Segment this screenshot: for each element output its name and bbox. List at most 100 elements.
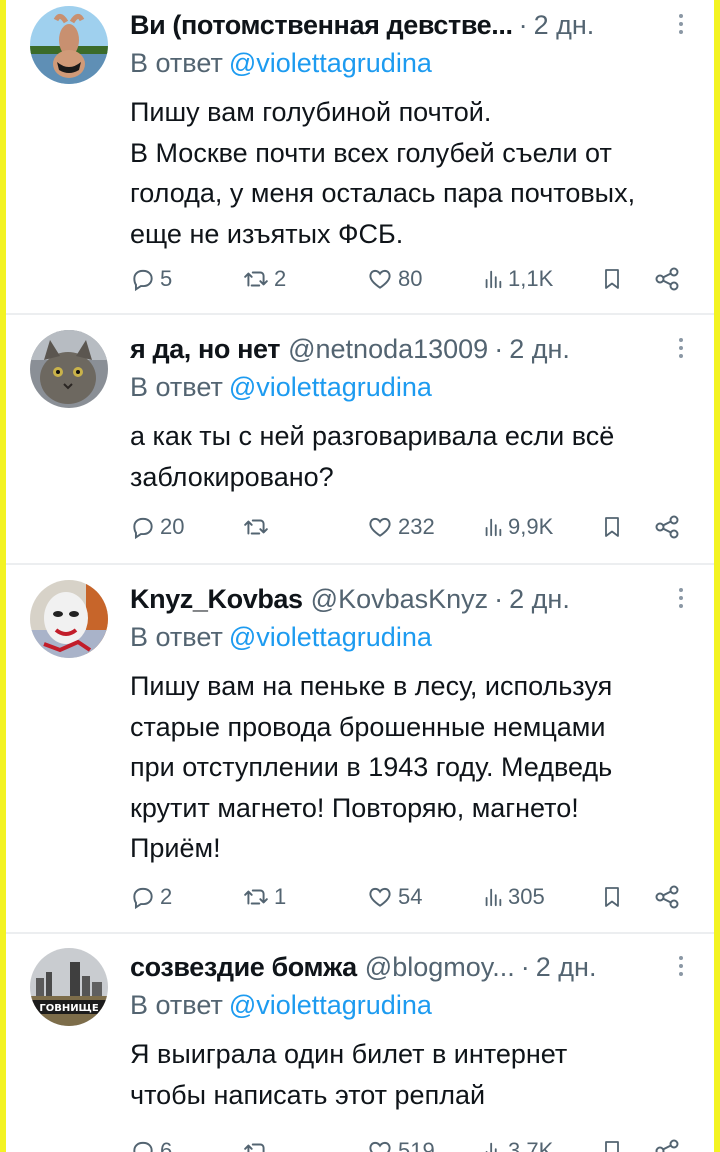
views-chart-icon — [485, 888, 502, 907]
timestamp[interactable]: 2 дн. — [534, 10, 595, 41]
retweet-button[interactable]: 1 — [242, 880, 286, 914]
tweet[interactable]: Ви (потомственная девстве... · 2 дн. В о… — [6, 6, 714, 312]
retweet-button[interactable] — [242, 1134, 274, 1152]
separator-dot: · — [520, 951, 530, 982]
views-count: 9,9K — [508, 514, 554, 539]
tweet-divider — [6, 313, 714, 315]
user-avatar[interactable] — [30, 6, 108, 84]
retweet-icon — [244, 889, 268, 905]
views-button[interactable]: 305 — [482, 880, 545, 914]
action-bar: 2 1 54 305 — [130, 880, 690, 914]
share-button[interactable] — [652, 880, 686, 914]
reply-mention-link[interactable]: @violettagrudina — [229, 622, 432, 652]
reply-mention-link[interactable]: @violettagrudina — [229, 990, 432, 1020]
display-name[interactable]: Knyz_Kovbas — [130, 584, 303, 615]
tweet-text-line: чтобы написать этот реплай — [130, 1079, 486, 1110]
bookmark-button[interactable] — [600, 880, 628, 914]
share-button[interactable] — [652, 510, 686, 544]
views-count: 305 — [508, 884, 545, 909]
tweet-text: Я выиграла один билет в интернет чтобы н… — [130, 1034, 690, 1115]
retweet-count: 1 — [274, 884, 287, 909]
user-avatar[interactable] — [30, 580, 108, 658]
user-avatar[interactable] — [30, 330, 108, 408]
like-count: 232 — [398, 514, 435, 539]
timestamp[interactable]: 2 дн. — [509, 584, 570, 615]
user-avatar[interactable]: ГОВНИЩЕ — [30, 948, 108, 1026]
more-options-icon[interactable] — [678, 588, 684, 612]
views-button[interactable]: 1,1K — [482, 262, 553, 296]
views-button[interactable]: 3,7K — [482, 1134, 553, 1152]
like-button[interactable]: 54 — [366, 880, 422, 914]
tweet-text-line: В Москве почти всех голубей съели от — [130, 137, 612, 168]
heart-icon — [369, 269, 391, 289]
display-name[interactable]: Ви (потомственная девстве... — [130, 10, 513, 41]
reply-button[interactable]: 5 — [130, 262, 172, 296]
retweet-button[interactable]: 2 — [242, 262, 286, 296]
like-button[interactable]: 232 — [366, 510, 435, 544]
reply-count: 20 — [160, 514, 185, 539]
user-handle[interactable]: @netnoda13009 — [288, 334, 488, 365]
reply-context: В ответ @violettagrudina — [130, 990, 432, 1021]
tweet-text-line: еще не изъятых ФСБ. — [130, 218, 404, 249]
separator-dot: · — [518, 9, 528, 40]
bookmark-button[interactable] — [600, 510, 628, 544]
bookmark-icon — [605, 887, 619, 907]
timestamp[interactable]: 2 дн. — [509, 334, 570, 365]
tweet-text-line: Пишу вам голубиной почтой. — [130, 97, 492, 127]
more-options-icon[interactable] — [678, 338, 684, 362]
user-handle[interactable]: @blogmoy... — [365, 952, 515, 983]
tweet-text-line: крутит магнето! Повторяю, магнето! — [130, 792, 579, 823]
avatar-caption: ГОВНИЩЕ — [39, 1003, 98, 1014]
tweet-text-line: а как ты с ней разговаривала если всё — [130, 421, 615, 451]
timestamp[interactable]: 2 дн. — [536, 952, 597, 983]
tweet-text: Пишу вам голубиной почтой. В Москве почт… — [130, 92, 690, 254]
tweet-text-line: Я выиграла один билет в интернет — [130, 1039, 568, 1069]
action-bar: 20 232 9,9K — [130, 510, 690, 544]
share-button[interactable] — [652, 262, 686, 296]
reply-icon — [133, 269, 153, 292]
reply-button[interactable]: 2 — [130, 880, 172, 914]
bookmark-icon — [605, 269, 619, 289]
tweet-text: Пишу вам на пеньке в лесу, используя ста… — [130, 666, 690, 869]
retweet-count: 2 — [274, 266, 287, 291]
like-button[interactable]: 519 — [366, 1134, 435, 1152]
retweet-icon — [244, 519, 268, 535]
more-options-icon[interactable] — [678, 956, 684, 980]
bookmark-button[interactable] — [600, 262, 628, 296]
reply-mention-link[interactable]: @violettagrudina — [229, 48, 432, 78]
reply-button[interactable]: 6 — [130, 1134, 172, 1152]
more-options-icon[interactable] — [678, 14, 684, 38]
action-bar: 5 2 80 1,1K — [130, 262, 690, 296]
reply-icon — [133, 1141, 153, 1152]
separator-dot: · — [494, 333, 504, 364]
photo-avatar-city: ГОВНИЩЕ — [30, 948, 108, 1026]
reply-count: 6 — [160, 1138, 173, 1152]
retweet-icon — [244, 1143, 265, 1152]
tweet-text-line: при отступлении в 1943 году. Медведь — [130, 752, 613, 782]
share-button[interactable] — [652, 1134, 686, 1152]
like-button[interactable]: 80 — [366, 262, 422, 296]
reply-context: В ответ @violettagrudina — [130, 622, 432, 653]
like-count: 80 — [398, 266, 423, 291]
display-name[interactable]: созвездие бомжа — [130, 952, 357, 983]
views-button[interactable]: 9,9K — [482, 510, 553, 544]
tweet[interactable]: Knyz_Kovbas @KovbasKnyz · 2 дн. В ответ @… — [6, 580, 714, 930]
reply-prefix: В ответ — [130, 990, 223, 1020]
tweet[interactable]: ГОВНИЩЕ созвездие бомжа @blogmoy... · 2 … — [6, 948, 714, 1152]
tweet-header: Ви (потомственная девстве... · 2 дн. — [130, 6, 694, 44]
views-chart-icon — [485, 1142, 497, 1152]
reply-prefix: В ответ — [130, 622, 223, 652]
views-chart-icon — [485, 270, 502, 289]
tweet-text-line: старые провода брошенные немцами — [130, 711, 606, 742]
bookmark-button[interactable] — [600, 1134, 628, 1152]
display-name[interactable]: я да, но нет — [130, 334, 281, 365]
user-handle[interactable]: @KovbasKnyz — [311, 584, 489, 615]
tweet[interactable]: я да, но нет @netnoda13009 · 2 дн. В отв… — [6, 330, 714, 560]
retweet-button[interactable] — [242, 510, 274, 544]
share-icon — [655, 885, 679, 909]
heart-icon — [369, 517, 391, 537]
reply-prefix: В ответ — [130, 372, 223, 402]
reply-button[interactable]: 20 — [130, 510, 184, 544]
reply-count: 5 — [160, 266, 173, 291]
reply-mention-link[interactable]: @violettagrudina — [229, 372, 432, 402]
